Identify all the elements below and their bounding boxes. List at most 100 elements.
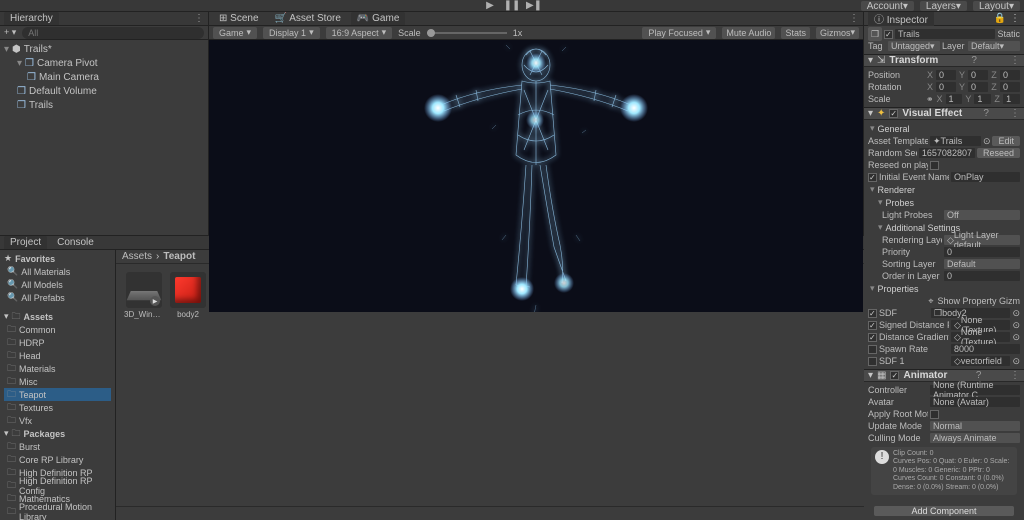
tree-item-main-camera[interactable]: ❒ Main Camera <box>4 70 204 84</box>
object-name-field[interactable]: Trails <box>895 29 995 39</box>
rot-z[interactable]: 0 <box>1000 82 1020 92</box>
visual-effect-component-header[interactable]: ▾✦ Visual Effect ?⋮ <box>864 107 1024 120</box>
rendering-layer-dropdown[interactable]: ◇ Light Layer default <box>944 235 1020 245</box>
active-checkbox[interactable] <box>884 30 893 39</box>
folder-teapot[interactable]: 🗀Teapot <box>4 388 111 401</box>
rot-y[interactable]: 0 <box>968 82 988 92</box>
pkg-burst[interactable]: 🗀Burst <box>4 440 111 453</box>
component-menu-icon[interactable]: ⋮ <box>1010 55 1020 66</box>
hierarchy-search-input[interactable] <box>22 27 204 39</box>
breadcrumb-root[interactable]: Assets <box>122 251 152 262</box>
favorites-header[interactable]: ★Favorites <box>4 252 111 265</box>
display-dropdown[interactable]: Display 1 ▾ <box>263 27 320 39</box>
inspector-tab[interactable]: ⓘ Inspector <box>868 12 934 27</box>
vfx-enabled-checkbox[interactable] <box>889 109 898 118</box>
scene-tab[interactable]: ⊞ Scene <box>213 12 265 25</box>
spawn-rate-field[interactable]: 8000 <box>951 344 1020 354</box>
distance-grad-checkbox[interactable] <box>868 333 877 342</box>
hierarchy-tab[interactable]: Hierarchy <box>4 12 59 25</box>
tag-dropdown[interactable]: Untagged ▾ <box>888 41 940 51</box>
asset-template-field[interactable]: ✦ Trails <box>930 136 981 146</box>
console-tab[interactable]: Console <box>51 236 100 249</box>
object-picker-icon[interactable]: ⊙ <box>1012 332 1020 343</box>
scale-y[interactable]: 1 <box>974 94 991 104</box>
panel-menu-icon[interactable]: ⋮ <box>194 13 204 24</box>
folder-textures[interactable]: 🗀Textures <box>4 401 111 414</box>
folder-misc[interactable]: 🗀Misc <box>4 375 111 388</box>
object-picker-icon[interactable]: ⊙ <box>1012 320 1020 331</box>
animator-enabled-checkbox[interactable] <box>890 371 899 380</box>
fav-all-materials[interactable]: 🔍 All Materials <box>4 265 111 278</box>
pos-x[interactable]: 0 <box>936 70 956 80</box>
reseed-on-play-checkbox[interactable] <box>930 161 939 170</box>
game-viewport[interactable] <box>209 40 863 320</box>
gizmo-icon[interactable]: ⌖ <box>928 296 933 307</box>
layers-dropdown[interactable]: Layers ▾ <box>920 1 967 11</box>
step-button[interactable]: ▶❚ <box>527 1 541 11</box>
stats-toggle[interactable]: Stats <box>781 27 810 39</box>
edit-button[interactable]: Edit <box>992 136 1020 146</box>
order-in-layer-field[interactable]: 0 <box>944 271 1020 281</box>
transform-component-header[interactable]: ▾⇲ Transform ? ⋮ <box>864 54 1024 67</box>
panel-menu-icon[interactable]: ⋮ <box>1010 13 1020 24</box>
initial-event-field[interactable]: OnPlay <box>951 172 1020 182</box>
object-picker-icon[interactable]: ⊙ <box>1012 308 1020 319</box>
breadcrumb-current[interactable]: Teapot <box>163 251 195 262</box>
reseed-button[interactable]: Reseed <box>977 148 1020 158</box>
object-picker-icon[interactable]: ⊙ <box>983 136 991 147</box>
folder-head[interactable]: 🗀Head <box>4 349 111 362</box>
account-dropdown[interactable]: Account ▾ <box>861 1 914 11</box>
spawn-rate-checkbox[interactable] <box>868 345 877 354</box>
sdf1-field[interactable]: ◇ vectorfield <box>951 356 1010 366</box>
pos-z[interactable]: 0 <box>1000 70 1020 80</box>
initial-event-checkbox[interactable] <box>868 173 877 182</box>
assets-header[interactable]: ▾🗀Assets <box>4 310 111 323</box>
component-help-icon[interactable]: ? <box>971 55 977 66</box>
priority-field[interactable]: 0 <box>944 247 1020 257</box>
lock-icon[interactable]: 🔒 <box>994 13 1006 24</box>
scale-z[interactable]: 1 <box>1003 94 1020 104</box>
gizmos-toggle[interactable]: Gizmos ▾ <box>816 27 859 39</box>
avatar-field[interactable]: None (Avatar) <box>930 397 1020 407</box>
pkg-corerp[interactable]: 🗀Core RP Library <box>4 453 111 466</box>
fav-all-models[interactable]: 🔍 All Models <box>4 278 111 291</box>
asset-store-tab[interactable]: 🛒 Asset Store <box>269 12 347 25</box>
signed-dist-checkbox[interactable] <box>868 321 877 330</box>
play-button[interactable]: ▶ <box>483 1 497 11</box>
tree-item-default-volume[interactable]: ❒ Default Volume <box>4 84 204 98</box>
distance-gradient-field[interactable]: ◇ None (Texture) <box>951 332 1010 342</box>
game-mode-dropdown[interactable]: Game ▾ <box>213 27 257 39</box>
tree-item-trails[interactable]: ❒ Trails <box>4 98 204 112</box>
game-tab[interactable]: 🎮 Game <box>351 12 405 25</box>
scale-x[interactable]: 1 <box>946 94 963 104</box>
controller-field[interactable]: None (Runtime Animator C <box>930 385 1020 395</box>
project-tab[interactable]: Project <box>4 236 47 249</box>
light-probes-dropdown[interactable]: Off <box>944 210 1020 220</box>
folder-hdrp[interactable]: 🗀HDRP <box>4 336 111 349</box>
add-component-button[interactable]: Add Component <box>874 506 1014 516</box>
fav-all-prefabs[interactable]: 🔍 All Prefabs <box>4 291 111 304</box>
scene-row[interactable]: ▾⬢ Trails* <box>4 42 204 56</box>
layer-dropdown[interactable]: Default ▾ <box>968 41 1020 51</box>
scale-slider[interactable] <box>427 32 507 34</box>
folder-materials[interactable]: 🗀Materials <box>4 362 111 375</box>
asset-thumb[interactable]: body2 <box>168 272 208 319</box>
update-mode-dropdown[interactable]: Normal <box>930 421 1020 431</box>
apply-root-motion-checkbox[interactable] <box>930 410 939 419</box>
sorting-layer-dropdown[interactable]: Default <box>944 259 1020 269</box>
pos-y[interactable]: 0 <box>968 70 988 80</box>
create-dropdown[interactable]: + ▾ <box>4 27 16 38</box>
culling-mode-dropdown[interactable]: Always Animate <box>930 433 1020 443</box>
static-label[interactable]: Static <box>997 29 1020 39</box>
sdf1-checkbox[interactable] <box>868 357 877 366</box>
pause-button[interactable]: ❚❚ <box>505 1 519 11</box>
show-property-gizmo[interactable]: Show Property Gizm <box>937 296 1020 306</box>
packages-header[interactable]: ▾🗀Packages <box>4 427 111 440</box>
link-icon[interactable]: ⚭ <box>926 94 934 105</box>
sdf-override-checkbox[interactable] <box>868 309 877 318</box>
mute-audio-toggle[interactable]: Mute Audio <box>722 27 775 39</box>
rot-x[interactable]: 0 <box>936 82 956 92</box>
folder-common[interactable]: 🗀Common <box>4 323 111 336</box>
pkg-procmotion[interactable]: 🗀Procedural Motion Library <box>4 505 111 518</box>
pkg-hdrp-config[interactable]: 🗀High Definition RP Config <box>4 479 111 492</box>
